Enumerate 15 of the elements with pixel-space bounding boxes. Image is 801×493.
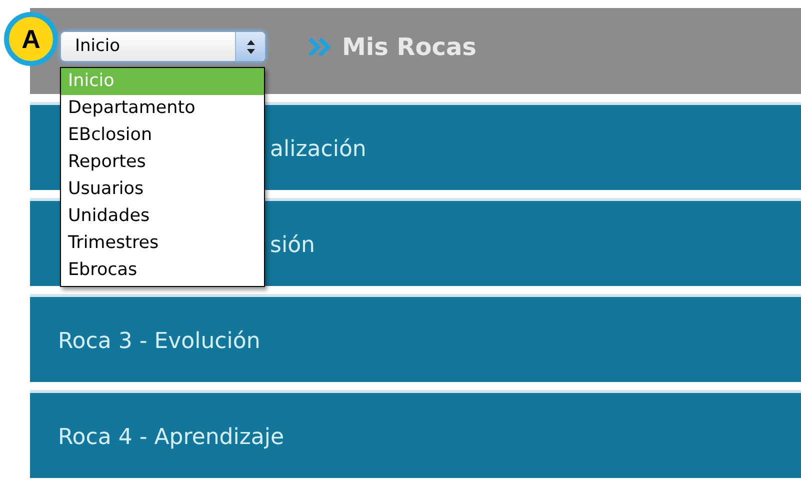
header-title: Mis Rocas bbox=[342, 32, 476, 63]
dropdown-option[interactable]: Unidades bbox=[61, 203, 264, 230]
dropdown-option[interactable]: Ebrocas bbox=[61, 257, 264, 284]
row-title: Roca 3 - Evolución bbox=[58, 328, 260, 356]
dropdown-option[interactable]: Reportes bbox=[61, 149, 264, 176]
rock-row[interactable]: Roca 4 - Aprendizaje bbox=[30, 390, 801, 478]
rock-row[interactable]: Roca 3 - Evolución bbox=[30, 294, 801, 382]
dropdown-option[interactable]: EBclosion bbox=[61, 122, 264, 149]
row-title: Roca 4 - Aprendizaje bbox=[58, 424, 284, 452]
step-badge: A bbox=[4, 12, 58, 66]
row-title: sión bbox=[270, 232, 315, 260]
dropdown-option[interactable]: Trimestres bbox=[61, 230, 264, 257]
stepper-icon bbox=[235, 32, 265, 61]
row-title: alización bbox=[270, 136, 366, 164]
page-select[interactable]: Inicio bbox=[60, 31, 266, 62]
